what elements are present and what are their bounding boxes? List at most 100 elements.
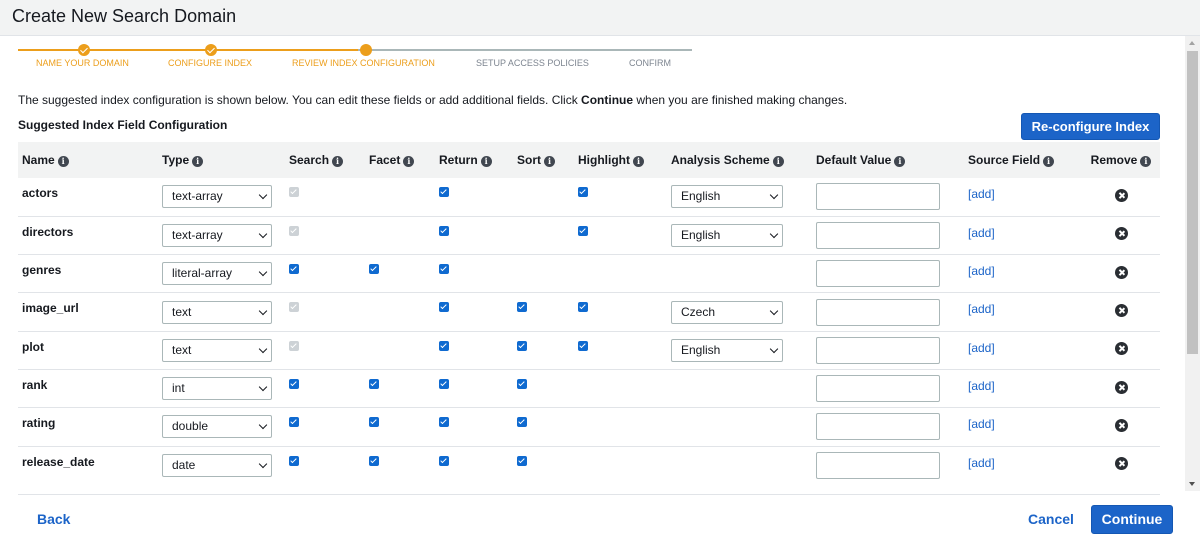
facet-checkbox[interactable]: [369, 417, 379, 428]
info-icon[interactable]: i: [332, 156, 344, 167]
info-icon[interactable]: i: [480, 156, 492, 167]
step-label-configure-index[interactable]: CONFIGURE INDEX: [168, 58, 252, 68]
sort-checkbox[interactable]: [517, 302, 527, 313]
default-value-input[interactable]: [816, 336, 940, 364]
field-name: rank: [18, 369, 158, 409]
remove-circle-icon[interactable]: [1114, 304, 1128, 318]
return-checkbox[interactable]: [439, 225, 449, 236]
scrollbar-thumb[interactable]: [1187, 51, 1198, 354]
default-value-input[interactable]: [816, 221, 940, 249]
add-source-field-link[interactable]: [add]: [968, 341, 995, 355]
remove-circle-icon[interactable]: [1114, 457, 1128, 471]
chevron-down-icon: [769, 191, 779, 200]
default-value-input[interactable]: [816, 413, 940, 441]
remove-circle-icon[interactable]: [1114, 342, 1128, 356]
info-icon[interactable]: i: [1140, 156, 1152, 167]
info-icon[interactable]: i: [192, 156, 204, 167]
add-source-field-link[interactable]: [add]: [968, 264, 995, 278]
analysis-scheme-select[interactable]: Czech: [671, 300, 783, 324]
highlight-checkbox[interactable]: [578, 340, 588, 351]
return-checkbox[interactable]: [439, 264, 449, 275]
scroll-down-arrow-icon[interactable]: [1185, 477, 1200, 491]
return-checkbox[interactable]: [439, 187, 449, 197]
field-name: image_url: [18, 292, 158, 332]
type-select[interactable]: int: [162, 377, 272, 401]
highlight-checkbox[interactable]: [578, 302, 588, 313]
add-source-field-link[interactable]: [add]: [968, 187, 995, 201]
analysis-scheme-select[interactable]: English: [671, 185, 783, 209]
analysis-scheme-select[interactable]: English: [671, 223, 783, 247]
facet-checkbox[interactable]: [369, 264, 379, 275]
search-checkbox[interactable]: [289, 378, 299, 389]
info-icon[interactable]: i: [544, 156, 555, 167]
type-cell: text: [158, 331, 285, 370]
info-icon[interactable]: i: [403, 156, 415, 167]
remove-circle-icon[interactable]: [1114, 418, 1128, 432]
add-source-field-link[interactable]: [add]: [968, 456, 995, 470]
highlight-checkbox[interactable]: [578, 225, 588, 236]
remove-circle-icon[interactable]: [1114, 265, 1128, 279]
return-checkbox[interactable]: [439, 340, 449, 351]
remove-circle-icon[interactable]: [1114, 380, 1128, 394]
highlight-cell: [574, 216, 667, 256]
default-value-input[interactable]: [816, 260, 940, 288]
sort-checkbox[interactable]: [517, 378, 527, 389]
vertical-scrollbar[interactable]: [1185, 36, 1200, 491]
field-name: plot: [18, 331, 158, 370]
back-button[interactable]: Back: [37, 511, 70, 527]
scroll-up-arrow-icon[interactable]: [1185, 36, 1200, 50]
highlight-cell: [574, 446, 667, 484]
search-checkbox: [289, 340, 299, 351]
search-cell: [285, 292, 365, 332]
default-value-cell: [812, 369, 964, 409]
return-checkbox[interactable]: [439, 417, 449, 428]
type-select[interactable]: double: [162, 415, 272, 439]
remove-circle-icon[interactable]: [1114, 227, 1128, 241]
type-select[interactable]: text: [162, 300, 272, 324]
add-source-field-link[interactable]: [add]: [968, 379, 995, 393]
info-icon[interactable]: i: [57, 156, 69, 167]
info-icon[interactable]: i: [894, 156, 906, 167]
facet-checkbox[interactable]: [369, 455, 379, 466]
source-field-cell: [add]: [964, 407, 1082, 447]
intro-text: The suggested index configuration is sho…: [18, 93, 848, 107]
info-icon[interactable]: i: [772, 156, 784, 167]
highlight-checkbox[interactable]: [578, 187, 588, 197]
facet-checkbox[interactable]: [369, 378, 379, 389]
step-label-name-your-domain[interactable]: NAME YOUR DOMAIN: [36, 58, 129, 68]
cancel-button[interactable]: Cancel: [1028, 511, 1074, 527]
type-select[interactable]: text-array: [162, 185, 272, 209]
default-value-input[interactable]: [816, 298, 940, 326]
reconfigure-index-button[interactable]: Re-configure Index: [1021, 113, 1160, 140]
continue-button[interactable]: Continue: [1091, 505, 1173, 534]
search-checkbox[interactable]: [289, 417, 299, 428]
sort-checkbox[interactable]: [517, 340, 527, 351]
return-checkbox[interactable]: [439, 378, 449, 389]
type-cell: text-array: [158, 178, 285, 217]
return-checkbox[interactable]: [439, 302, 449, 313]
type-select[interactable]: text-array: [162, 223, 272, 247]
remove-circle-icon[interactable]: [1114, 188, 1128, 202]
default-value-input[interactable]: [816, 451, 940, 479]
sort-cell: [513, 292, 574, 332]
sort-checkbox[interactable]: [517, 455, 527, 466]
analysis-cell: [667, 446, 812, 484]
sort-checkbox[interactable]: [517, 417, 527, 428]
add-source-field-link[interactable]: [add]: [968, 226, 995, 240]
info-icon[interactable]: i: [1043, 156, 1055, 167]
type-select[interactable]: date: [162, 453, 272, 477]
type-select[interactable]: literal-array: [162, 262, 272, 286]
type-select[interactable]: text: [162, 338, 272, 362]
return-checkbox[interactable]: [439, 455, 449, 466]
field-name: actors: [18, 178, 158, 217]
default-value-input[interactable]: [816, 183, 940, 211]
search-checkbox[interactable]: [289, 455, 299, 466]
default-value-input[interactable]: [816, 375, 940, 403]
add-source-field-link[interactable]: [add]: [968, 417, 995, 431]
info-icon[interactable]: i: [632, 156, 644, 167]
analysis-scheme-select[interactable]: English: [671, 338, 783, 362]
search-checkbox[interactable]: [289, 264, 299, 275]
analysis-cell: [667, 369, 812, 409]
table-row: rating double [add]: [18, 407, 1160, 447]
add-source-field-link[interactable]: [add]: [968, 302, 995, 316]
